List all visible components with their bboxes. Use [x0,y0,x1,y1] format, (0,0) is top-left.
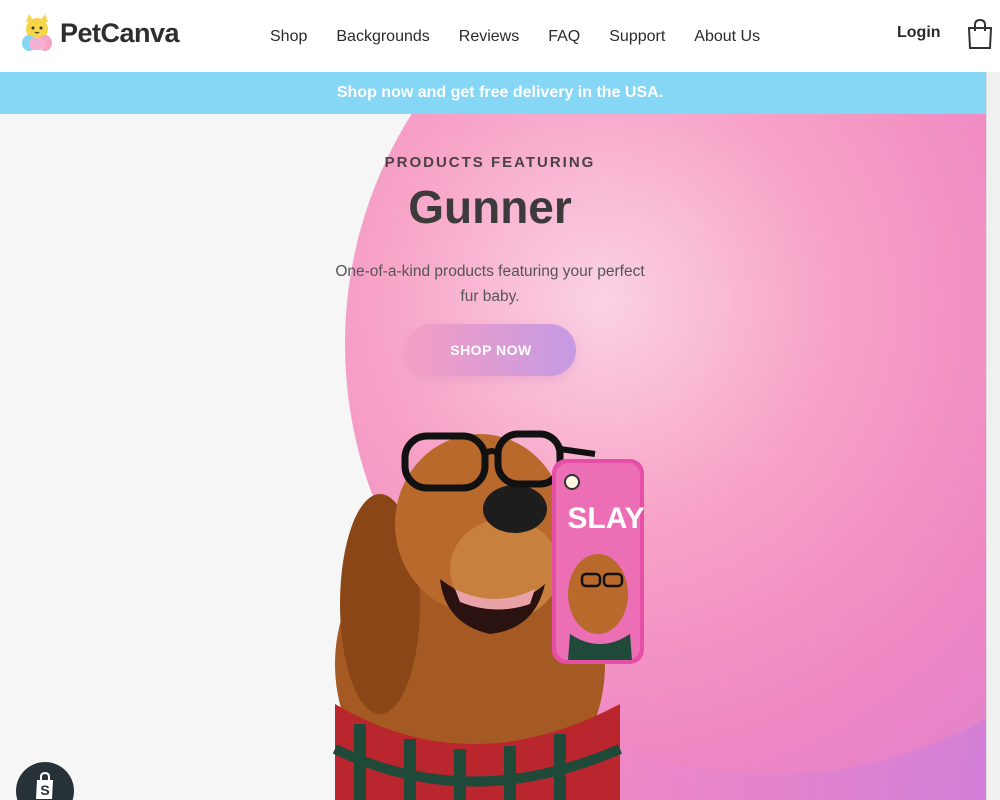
phone-case-text: SLAY [567,502,644,535]
nav-about-us[interactable]: About Us [694,28,760,46]
site-logo[interactable]: PetCanva [20,12,180,54]
nav-faq[interactable]: FAQ [548,28,580,46]
announcement-bar: Shop now and get free delivery in the US… [0,72,1000,114]
main-nav: Shop Backgrounds Reviews FAQ Support Abo… [270,28,789,46]
page-scrollbar[interactable] [986,72,1000,800]
nav-backgrounds[interactable]: Backgrounds [336,28,429,46]
hero-subtitle: One-of-a-kind products featuring your pe… [335,263,645,305]
login-link[interactable]: Login [897,24,941,42]
nav-support[interactable]: Support [609,28,665,46]
announcement-text: Shop now and get free delivery in the US… [336,84,664,101]
nav-shop[interactable]: Shop [270,28,307,46]
shop-now-button[interactable]: SHOP NOW [406,324,576,376]
dog-with-phone-image: SLAY [332,430,645,800]
site-header: PetCanva Shop Backgrounds Reviews FAQ Su… [0,0,1000,72]
nav-reviews[interactable]: Reviews [459,28,519,46]
hero-title: Gunner [408,181,572,233]
cat-logo-icon [22,14,52,51]
hero-section: PRODUCTS FEATURING Gunner One-of-a-kind … [0,114,986,800]
hero-eyebrow: PRODUCTS FEATURING [384,154,596,171]
shopify-bag-icon: S [36,772,53,799]
logo-text: PetCanva [60,17,180,48]
shopping-bag-icon[interactable] [966,18,994,50]
svg-text:S: S [40,782,49,798]
